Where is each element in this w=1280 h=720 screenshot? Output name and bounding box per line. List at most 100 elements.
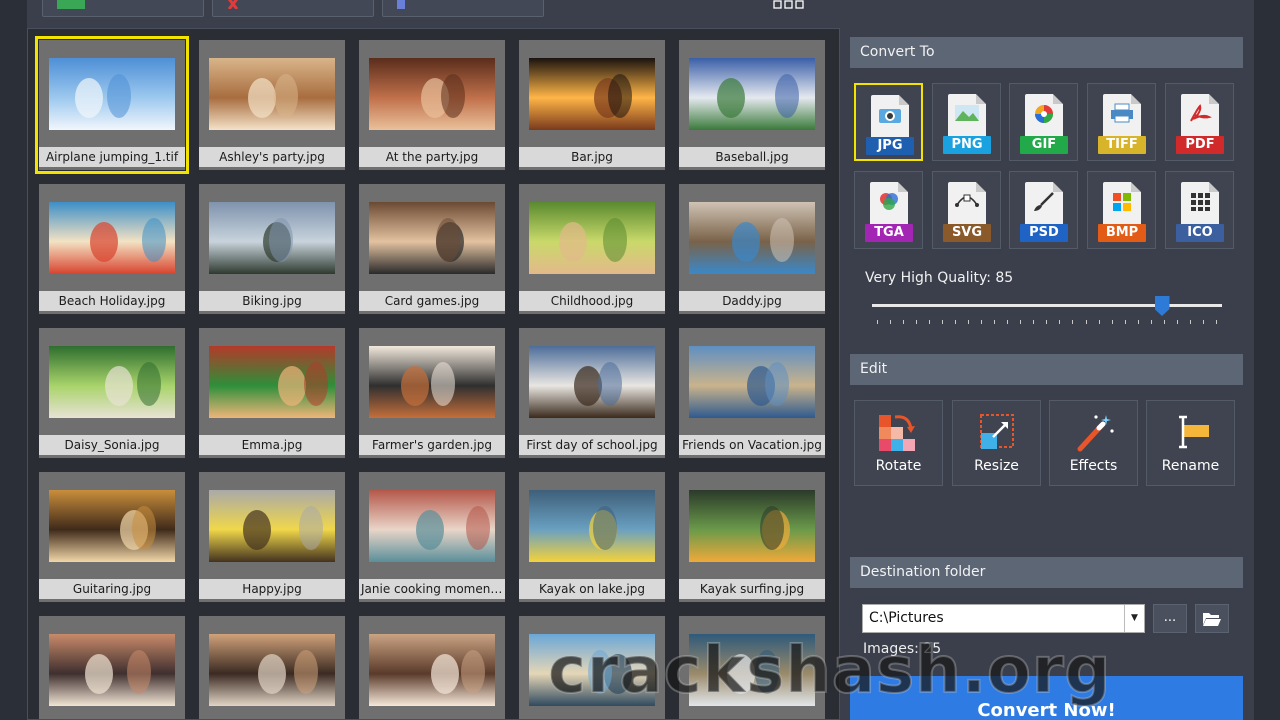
slider-tick <box>1163 320 1165 324</box>
file-document-icon <box>1025 94 1063 140</box>
destination-folder-select[interactable]: C:\Pictures ▼ <box>862 604 1145 633</box>
thumbnail-filename: Childhood.jpg <box>519 291 665 311</box>
thumbnail-item[interactable]: Biking.jpg <box>199 184 345 314</box>
thumbnail-item[interactable]: Kayak on lake.jpg <box>519 472 665 602</box>
slider-tick <box>1150 320 1152 324</box>
thumbnail-filename: Ashley's party.jpg <box>199 147 345 167</box>
camera-icon <box>879 109 901 123</box>
thumbnail-item[interactable]: Beach Holiday.jpg <box>39 184 185 314</box>
thumbnail-image <box>369 58 495 130</box>
resize-label: Resize <box>974 458 1019 474</box>
add-folder-button[interactable] <box>382 0 544 17</box>
file-document-icon <box>1103 182 1141 228</box>
thumbnail-item[interactable]: Card games.jpg <box>359 184 505 314</box>
thumbnail-item[interactable]: Daddy.jpg <box>679 184 825 314</box>
format-pdf-button[interactable]: PDF <box>1165 83 1234 161</box>
list-view-icon[interactable] <box>815 0 837 2</box>
thumbnail-item[interactable]: Kayak surfing.jpg <box>679 472 825 602</box>
grid-view-icon[interactable] <box>773 0 805 10</box>
thumbnail-item[interactable]: First day of school.jpg <box>519 328 665 458</box>
slider-tick <box>1059 320 1061 324</box>
thumbnail-item[interactable]: Guitaring.jpg <box>39 472 185 602</box>
thumbnail-item[interactable]: Ashley's party.jpg <box>199 40 345 170</box>
effects-button[interactable]: Effects <box>1049 400 1138 486</box>
thumbnail-item[interactable] <box>359 616 505 719</box>
thumbnail-filename: Farmer's garden.jpg <box>359 435 505 455</box>
file-document-icon <box>871 95 909 141</box>
format-label: TIFF <box>1098 136 1146 154</box>
thumbnail-filename: Kayak on lake.jpg <box>519 579 665 599</box>
slider-tick <box>1111 320 1113 324</box>
quality-slider-thumb[interactable] <box>1154 296 1170 316</box>
thumbnail-image <box>369 490 495 562</box>
slider-tick <box>1098 320 1100 324</box>
printer-icon <box>1111 103 1133 123</box>
slider-tick <box>955 320 957 324</box>
thumbnail-item[interactable]: Airplane jumping_1.tif <box>35 36 189 174</box>
resize-button[interactable]: Resize <box>952 400 1041 486</box>
format-gif-button[interactable]: GIF <box>1009 83 1078 161</box>
rename-button[interactable]: Rename <box>1146 400 1235 486</box>
file-document-icon <box>1103 94 1141 140</box>
thumbnail-item[interactable] <box>39 616 185 719</box>
format-svg-button[interactable]: SVG <box>932 171 1001 249</box>
slider-tick <box>903 320 905 324</box>
format-tiff-button[interactable]: TIFF <box>1087 83 1156 161</box>
add-files-button[interactable] <box>42 0 204 17</box>
grid-dots-icon <box>1191 193 1210 211</box>
thumbnail-filename: Daddy.jpg <box>679 291 825 311</box>
rename-label: Rename <box>1161 458 1220 474</box>
quality-slider-track[interactable] <box>872 304 1222 307</box>
slider-tick <box>1007 320 1009 324</box>
file-document-icon <box>948 182 986 228</box>
chevron-down-icon[interactable]: ▼ <box>1124 605 1144 632</box>
brush-icon <box>1034 192 1054 211</box>
thumbnail-item[interactable]: Emma.jpg <box>199 328 345 458</box>
view-mode-switch <box>773 0 837 10</box>
thumbnail-item[interactable]: At the party.jpg <box>359 40 505 170</box>
thumbnail-image <box>49 634 175 706</box>
format-tga-button[interactable]: TGA <box>854 171 923 249</box>
format-label: PDF <box>1176 136 1224 154</box>
file-document-icon <box>870 182 908 228</box>
windows-logo-icon <box>1113 193 1131 211</box>
remove-x-icon <box>227 0 239 9</box>
rotate-button[interactable]: Rotate <box>854 400 943 486</box>
thumbnail-item[interactable]: Baseball.jpg <box>679 40 825 170</box>
thumbnail-item[interactable] <box>199 616 345 719</box>
rgb-circles-icon <box>880 193 898 210</box>
thumbnail-filename: Daisy_Sonia.jpg <box>39 435 185 455</box>
thumbnail-image <box>49 346 175 418</box>
thumbnail-item[interactable]: Bar.jpg <box>519 40 665 170</box>
thumbnail-image <box>209 490 335 562</box>
thumbnail-item[interactable]: Friends on Vacation.jpg <box>679 328 825 458</box>
format-psd-button[interactable]: PSD <box>1009 171 1078 249</box>
open-folder-button[interactable] <box>1195 604 1229 633</box>
slider-tick <box>942 320 944 324</box>
format-bmp-button[interactable]: BMP <box>1087 171 1156 249</box>
slider-tick <box>877 320 878 324</box>
browse-button[interactable]: ... <box>1153 604 1187 633</box>
thumbnail-item[interactable]: Daisy_Sonia.jpg <box>39 328 185 458</box>
thumbnail-item[interactable]: Happy.jpg <box>199 472 345 602</box>
thumbnail-item[interactable]: Farmer's garden.jpg <box>359 328 505 458</box>
remove-files-button[interactable] <box>212 0 374 17</box>
thumbnail-image <box>209 634 335 706</box>
thumbnail-item[interactable]: Childhood.jpg <box>519 184 665 314</box>
magic-wand-icon <box>1077 415 1114 452</box>
toolbar <box>27 0 1254 28</box>
format-label: ICO <box>1176 224 1224 242</box>
thumbnail-filename: Bar.jpg <box>519 147 665 167</box>
format-label: GIF <box>1020 136 1068 154</box>
format-jpg-button[interactable]: JPG <box>854 83 923 161</box>
quality-label: Very High Quality: 85 <box>865 270 1014 286</box>
convert-to-header: Convert To <box>850 37 1243 68</box>
file-document-icon <box>1181 94 1219 140</box>
thumbnail-item[interactable]: Janie cooking moments.jpg <box>359 472 505 602</box>
format-png-button[interactable]: PNG <box>932 83 1001 161</box>
bezier-pen-icon <box>955 194 979 207</box>
thumbnail-filename: Friends on Vacation.jpg <box>679 435 825 455</box>
slider-tick <box>1124 320 1126 324</box>
format-label: PNG <box>943 136 991 154</box>
format-ico-button[interactable]: ICO <box>1165 171 1234 249</box>
